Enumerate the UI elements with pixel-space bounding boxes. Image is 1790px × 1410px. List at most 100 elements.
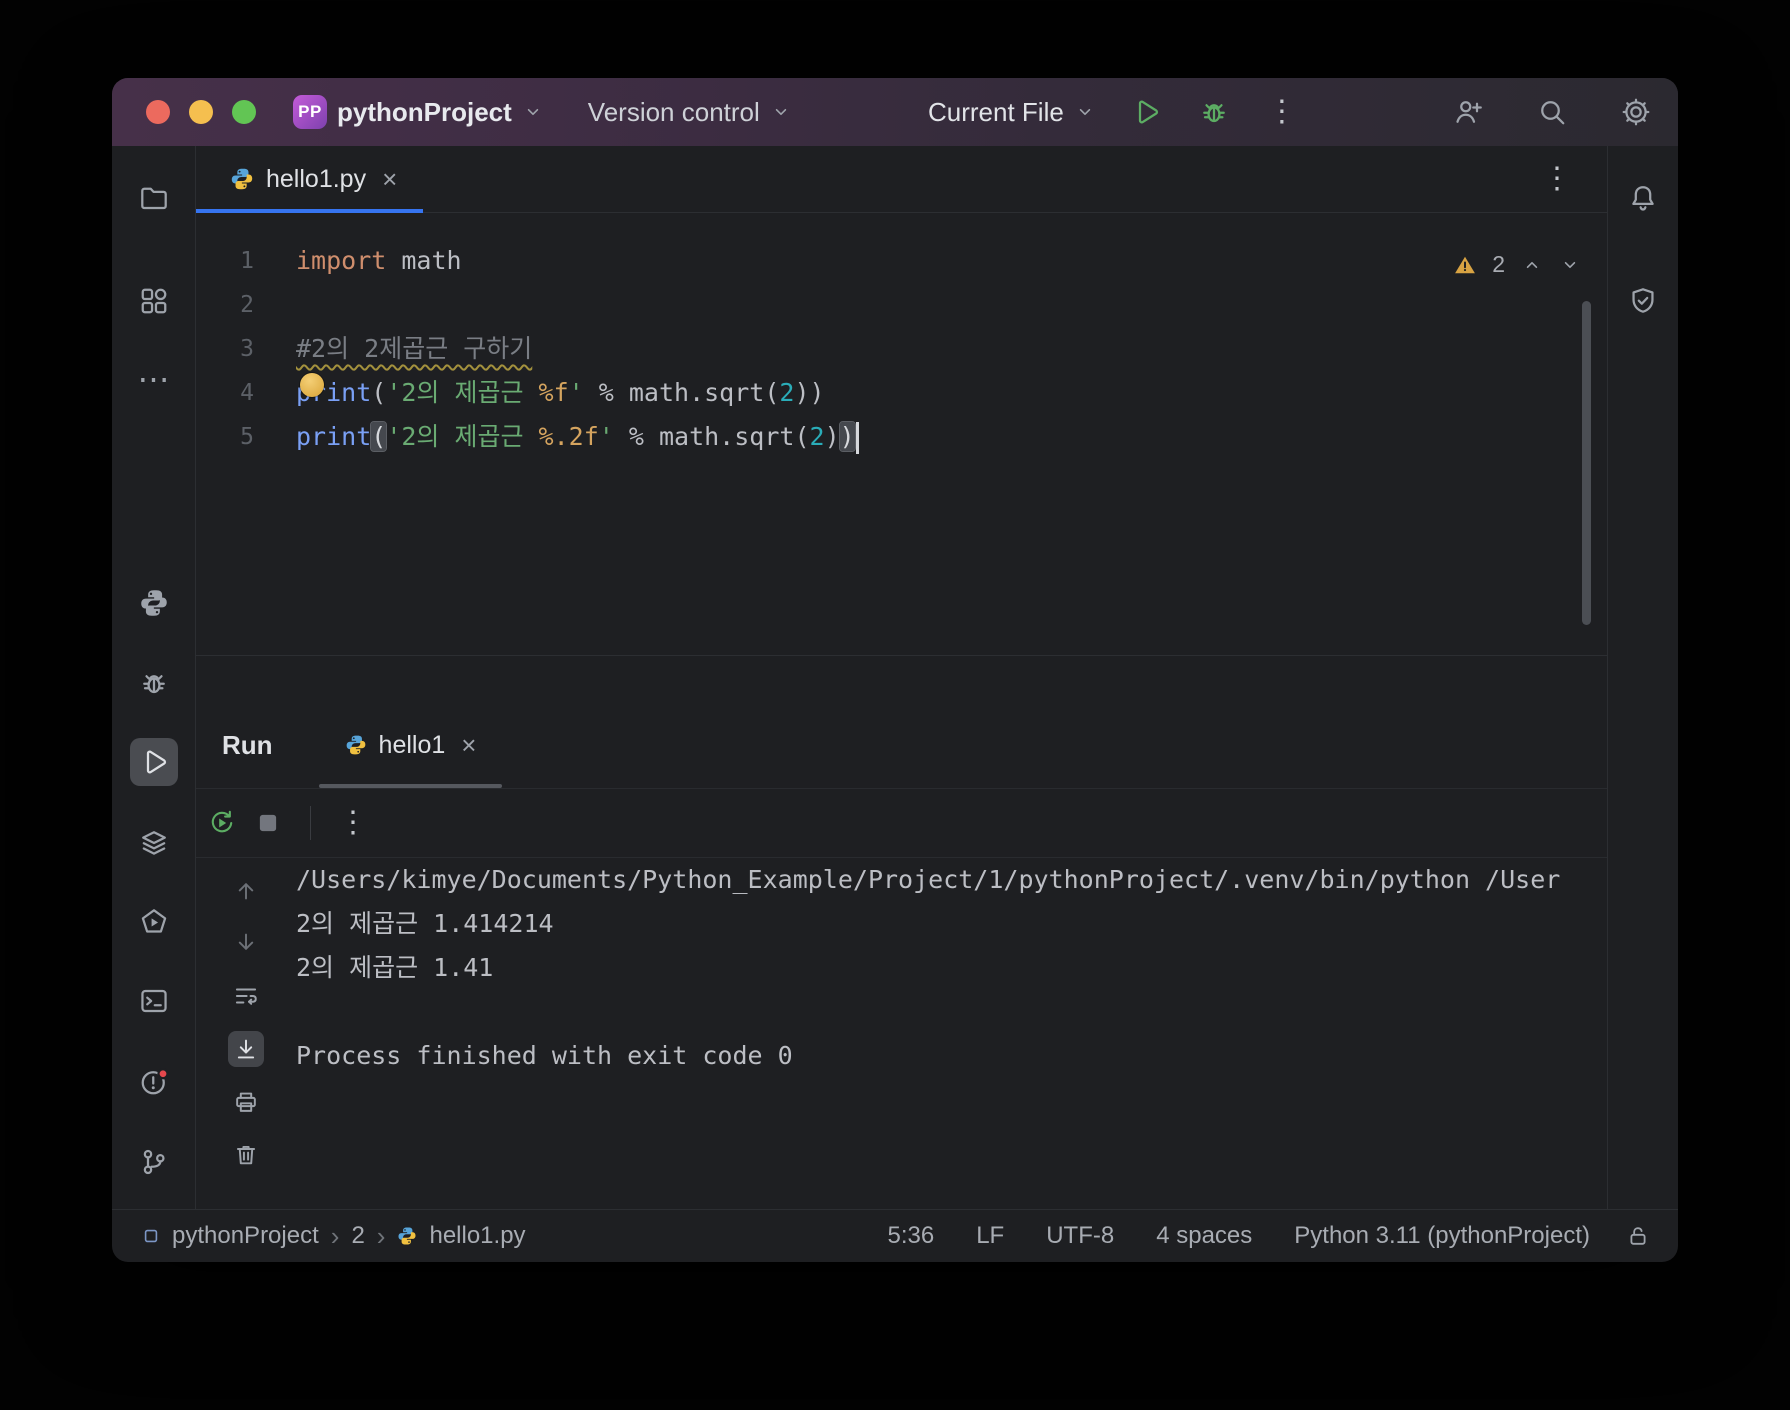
desktop-background: PP pythonProject Version control Current… bbox=[0, 0, 1790, 1410]
project-tool-button[interactable] bbox=[130, 174, 178, 222]
folder-icon bbox=[140, 187, 167, 210]
version-control-tool-button[interactable] bbox=[130, 1138, 178, 1186]
code-line[interactable]: 3 #2의 2제곱근 구하기 bbox=[196, 327, 1607, 371]
bell-icon bbox=[1632, 186, 1654, 211]
run-play-icon bbox=[1138, 100, 1158, 124]
code-line[interactable]: 2 bbox=[196, 283, 1607, 327]
ide-window: PP pythonProject Version control Current… bbox=[112, 78, 1678, 1262]
line-number[interactable]: 5 bbox=[196, 415, 296, 459]
python-packages-tool-button[interactable] bbox=[130, 579, 178, 627]
print-button[interactable] bbox=[228, 1084, 264, 1120]
chevron-down-icon bbox=[1079, 108, 1091, 116]
stop-button[interactable] bbox=[250, 805, 286, 841]
scroll-to-end-icon bbox=[237, 1039, 255, 1059]
rerun-button[interactable] bbox=[204, 805, 240, 841]
breadcrumb-file[interactable]: hello1.py bbox=[429, 1222, 525, 1250]
line-number[interactable]: 4 bbox=[196, 371, 296, 415]
minimize-window-button[interactable] bbox=[189, 100, 213, 124]
code-line-text: print('2의 제곱근 %f' % math.sqrt(2)) bbox=[296, 378, 825, 407]
inspections-widget[interactable]: 2 bbox=[1454, 251, 1581, 278]
debug-button[interactable] bbox=[1194, 92, 1234, 132]
prev-occurrence-button[interactable] bbox=[228, 872, 264, 908]
trusted-project-button[interactable] bbox=[1619, 277, 1667, 325]
tab-options-button[interactable]: ⋮ bbox=[1537, 159, 1577, 199]
status-widgets: 5:36 LF UTF-8 4 spaces Python 3.11 (pyth… bbox=[887, 1222, 1650, 1250]
terminal-tool-button[interactable] bbox=[130, 977, 178, 1025]
indent-widget[interactable]: 4 spaces bbox=[1156, 1222, 1252, 1250]
line-separator-widget[interactable]: LF bbox=[976, 1222, 1004, 1250]
next-occurrence-button[interactable] bbox=[228, 925, 264, 961]
chevron-up-icon[interactable] bbox=[1521, 254, 1543, 276]
run-tab-label: hello1 bbox=[378, 730, 446, 759]
more-tool-windows-button[interactable]: ⋯ bbox=[130, 355, 178, 403]
editor-tab-hello1[interactable]: hello1.py × bbox=[196, 146, 424, 213]
scroll-to-end-button[interactable] bbox=[228, 1031, 264, 1067]
line-number[interactable]: 2 bbox=[196, 283, 296, 327]
shield-icon bbox=[1632, 288, 1654, 313]
console-output[interactable]: /Users/kimye/Documents/Python_Example/Pr… bbox=[296, 858, 1607, 1209]
close-tab-icon[interactable]: × bbox=[382, 166, 397, 192]
code-line-text: #2의 2제곱근 구하기 bbox=[296, 334, 533, 363]
chevron-down-icon[interactable] bbox=[1559, 254, 1581, 276]
console: /Users/kimye/Documents/Python_Example/Pr… bbox=[196, 858, 1607, 1209]
arrow-down-icon bbox=[238, 933, 254, 950]
rerun-icon bbox=[211, 810, 233, 833]
cursor-position-widget[interactable]: 5:36 bbox=[887, 1222, 934, 1250]
write-access-lock-button[interactable] bbox=[1626, 1224, 1650, 1248]
debug-bug-icon bbox=[1202, 104, 1225, 123]
version-control-menu[interactable]: Version control bbox=[588, 97, 792, 128]
run-configuration-label: Current File bbox=[927, 96, 1064, 127]
module-icon bbox=[144, 1229, 158, 1243]
run-configuration-selector[interactable]: Current File bbox=[928, 97, 1096, 128]
close-tab-icon[interactable]: × bbox=[461, 732, 476, 758]
more-actions-button[interactable]: ⋮ bbox=[1262, 92, 1302, 132]
arrow-up-icon bbox=[238, 883, 254, 900]
debug-tool-button[interactable] bbox=[130, 659, 178, 707]
gear-icon bbox=[1622, 98, 1650, 126]
services-layers-tool-button[interactable] bbox=[130, 819, 178, 867]
project-selector[interactable]: PP pythonProject bbox=[293, 95, 544, 129]
tab-label: hello1.py bbox=[266, 164, 367, 193]
intention-bulb-icon[interactable] bbox=[300, 373, 324, 397]
window-controls bbox=[146, 100, 256, 124]
close-window-button[interactable] bbox=[146, 100, 170, 124]
run-toolbar: ⋮ bbox=[196, 789, 1607, 858]
title-bar: PP pythonProject Version control Current… bbox=[112, 78, 1678, 146]
code-line[interactable]: 1 import math bbox=[196, 239, 1607, 283]
run-debug-actions: ⋮ bbox=[1126, 92, 1302, 132]
code-with-me-button[interactable] bbox=[1448, 92, 1488, 132]
run-tab-hello1[interactable]: hello1 × bbox=[318, 702, 503, 788]
code-line-text: import math bbox=[296, 246, 462, 275]
soft-wrap-button[interactable] bbox=[228, 978, 264, 1014]
console-line: 2의 제곱근 1.414214 bbox=[296, 909, 554, 938]
settings-button[interactable] bbox=[1616, 92, 1656, 132]
toolbar-separator bbox=[310, 806, 311, 840]
code-editor[interactable]: 1 import math 2 3 #2의 2제곱근 구하기 4 print('2의 제곱근… bbox=[196, 213, 1607, 655]
notifications-button[interactable] bbox=[1619, 174, 1667, 222]
services-tool-button[interactable] bbox=[130, 898, 178, 946]
zoom-window-button[interactable] bbox=[232, 100, 256, 124]
console-more-options-button[interactable]: ⋮ bbox=[335, 805, 371, 841]
breadcrumb-folder[interactable]: 2 bbox=[351, 1222, 364, 1250]
code-line-text: print('2의 제곱근 %.2f' % math.sqrt(2)) bbox=[296, 415, 859, 459]
warning-icon bbox=[1455, 256, 1476, 273]
code-line[interactable]: 4 print('2의 제곱근 %f' % math.sqrt(2)) bbox=[196, 371, 1607, 415]
line-number[interactable]: 1 bbox=[196, 239, 296, 283]
editor-scrollbar-thumb[interactable] bbox=[1582, 301, 1591, 625]
run-tool-button[interactable] bbox=[129, 738, 178, 786]
interpreter-widget[interactable]: Python 3.11 (pythonProject) bbox=[1294, 1222, 1590, 1250]
structure-tool-button[interactable] bbox=[130, 277, 178, 325]
breadcrumb-separator: › bbox=[376, 1220, 386, 1251]
run-panel-title: Run bbox=[222, 729, 273, 760]
run-button[interactable] bbox=[1126, 92, 1166, 132]
console-line: Process finished with exit code 0 bbox=[296, 1041, 793, 1070]
project-name: pythonProject bbox=[337, 96, 512, 127]
code-line[interactable]: 5 print('2의 제곱근 %.2f' % math.sqrt(2)) bbox=[196, 415, 1607, 459]
python-file-icon bbox=[398, 1227, 416, 1245]
problems-tool-button[interactable] bbox=[130, 1058, 178, 1106]
encoding-widget[interactable]: UTF-8 bbox=[1046, 1222, 1114, 1250]
line-number[interactable]: 3 bbox=[196, 327, 296, 371]
breadcrumb-project[interactable]: pythonProject bbox=[172, 1222, 319, 1250]
clear-console-button[interactable] bbox=[228, 1137, 264, 1173]
search-everywhere-button[interactable] bbox=[1532, 92, 1572, 132]
